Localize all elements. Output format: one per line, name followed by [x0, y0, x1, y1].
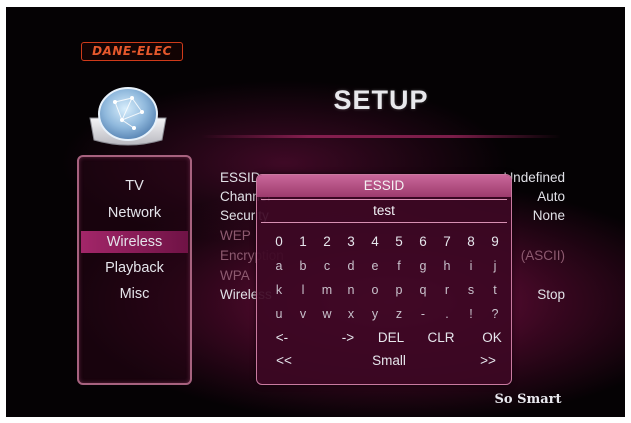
key-d[interactable]: d [341, 255, 361, 277]
sidebar-item-tv[interactable]: TV [81, 175, 188, 197]
key-9[interactable]: 9 [485, 231, 505, 253]
key-s[interactable]: s [461, 279, 481, 301]
delete-key[interactable]: DEL [374, 327, 408, 349]
key-f[interactable]: f [389, 255, 409, 277]
key-0[interactable]: 0 [269, 231, 289, 253]
sidebar-item-playback[interactable]: Playback [81, 257, 188, 279]
page-title: SETUP [333, 85, 429, 115]
key-g[interactable]: g [413, 255, 433, 277]
setting-value: (ASCII) [520, 248, 565, 263]
next-page-key[interactable]: >> [473, 350, 503, 372]
key-u[interactable]: u [269, 303, 289, 325]
setup-menu: TV Network Wireless Playback Misc [77, 155, 192, 385]
sidebar-item-wireless[interactable]: Wireless [81, 231, 188, 253]
key-question[interactable]: ? [485, 303, 505, 325]
media-player-icon [89, 87, 167, 146]
key-hyphen[interactable]: - [413, 303, 433, 325]
key-e[interactable]: e [365, 255, 385, 277]
key-j[interactable]: j [485, 255, 505, 277]
setting-label: ESSID [220, 170, 261, 185]
setting-value: None [532, 208, 565, 223]
key-o[interactable]: o [365, 279, 385, 301]
key-6[interactable]: 6 [413, 231, 433, 253]
dane-elec-logo: DANE-ELEC [81, 42, 183, 61]
setting-label: WEP [220, 228, 251, 243]
key-a[interactable]: a [269, 255, 289, 277]
onscreen-keyboard-dialog: ESSID test 0 1 2 3 4 5 6 7 8 9 a b c d e… [256, 174, 512, 385]
key-c[interactable]: c [317, 255, 337, 277]
setting-value: Auto [537, 189, 565, 204]
sidebar-item-misc[interactable]: Misc [81, 283, 188, 305]
ok-key[interactable]: OK [477, 327, 507, 349]
cursor-right-key[interactable]: -> [333, 327, 363, 349]
key-b[interactable]: b [293, 255, 313, 277]
prev-page-key[interactable]: << [269, 350, 299, 372]
key-x[interactable]: x [341, 303, 361, 325]
key-m[interactable]: m [317, 279, 337, 301]
key-y[interactable]: y [365, 303, 385, 325]
key-1[interactable]: 1 [293, 231, 313, 253]
setup-screen: DANE-ELEC SETUP TV Network Wireless Play… [6, 7, 625, 417]
cursor-left-key[interactable]: <- [267, 327, 297, 349]
case-mode-key[interactable]: Small [362, 350, 416, 372]
key-z[interactable]: z [389, 303, 409, 325]
essid-input[interactable]: test [261, 199, 507, 223]
key-w[interactable]: w [317, 303, 337, 325]
key-p[interactable]: p [389, 279, 409, 301]
key-i[interactable]: i [461, 255, 481, 277]
setting-label: WPA [220, 268, 250, 283]
setting-value: Stop [537, 287, 565, 302]
key-h[interactable]: h [437, 255, 457, 277]
key-k[interactable]: k [269, 279, 289, 301]
key-r[interactable]: r [437, 279, 457, 301]
brand-tagline: So Smart [494, 392, 562, 407]
key-n[interactable]: n [341, 279, 361, 301]
key-t[interactable]: t [485, 279, 505, 301]
key-period[interactable]: . [437, 303, 457, 325]
clear-key[interactable]: CLR [424, 327, 458, 349]
key-5[interactable]: 5 [389, 231, 409, 253]
key-2[interactable]: 2 [317, 231, 337, 253]
key-q[interactable]: q [413, 279, 433, 301]
title-divider [201, 135, 561, 138]
sidebar-item-network[interactable]: Network [81, 202, 188, 224]
key-8[interactable]: 8 [461, 231, 481, 253]
key-4[interactable]: 4 [365, 231, 385, 253]
key-7[interactable]: 7 [437, 231, 457, 253]
keyboard-title: ESSID [257, 175, 511, 197]
key-v[interactable]: v [293, 303, 313, 325]
key-exclamation[interactable]: ! [461, 303, 481, 325]
key-l[interactable]: l [293, 279, 313, 301]
key-3[interactable]: 3 [341, 231, 361, 253]
setting-value: Undefined [503, 170, 565, 185]
